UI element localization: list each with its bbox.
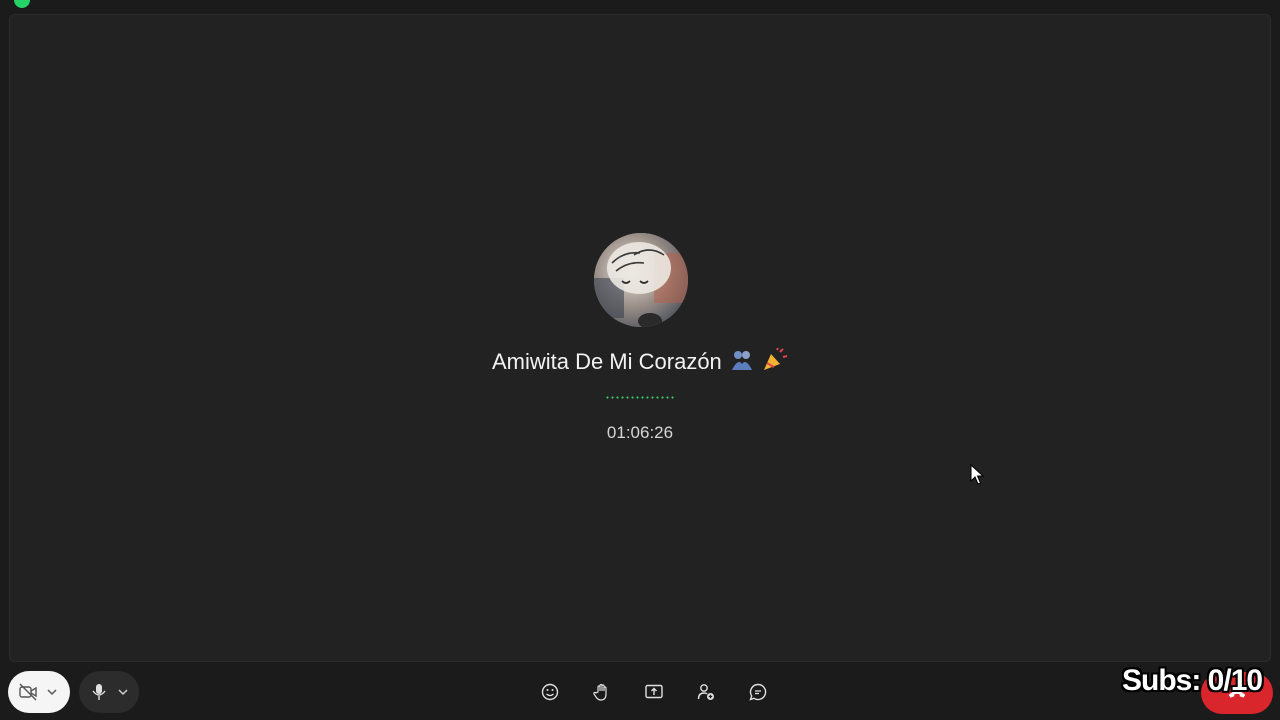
call-stage: [9, 14, 1271, 662]
emoji-icon: [541, 683, 559, 701]
chevron-down-icon[interactable]: [117, 686, 129, 698]
video-toggle-button[interactable]: [8, 671, 70, 713]
title-bar: [0, 0, 1280, 12]
party-popper-icon: [762, 347, 788, 378]
chat-icon: [749, 683, 767, 701]
microphone-icon: [92, 684, 106, 700]
raise-hand-button[interactable]: [582, 677, 622, 707]
whatsapp-logo-icon: [14, 0, 30, 8]
video-off-icon: [19, 683, 37, 701]
add-participant-button[interactable]: [686, 677, 726, 707]
subs-counter-overlay: Subs: 0/10: [1122, 664, 1263, 697]
contact-avatar: [594, 233, 688, 327]
call-timer: 01:06:26: [606, 423, 674, 442]
mic-toggle-button[interactable]: [79, 671, 139, 713]
avatar-image: [594, 233, 688, 327]
call-controls-bar: [0, 664, 1280, 720]
chevron-down-icon[interactable]: [46, 686, 58, 698]
share-screen-icon: [645, 684, 663, 699]
chat-button[interactable]: [738, 677, 778, 707]
audio-level-indicator: [605, 396, 675, 399]
call-window: Amiwita De Mi Corazón 01:06:26 Subs: 0/1…: [0, 0, 1280, 720]
reactions-button[interactable]: [530, 677, 570, 707]
share-screen-button[interactable]: [634, 677, 674, 707]
call-tools: [530, 677, 778, 707]
contact-name: Amiwita De Mi Corazón: [491, 348, 722, 374]
contact-name-row: Amiwita De Mi Corazón: [440, 347, 840, 378]
people-hugging-icon: [730, 348, 754, 378]
mouse-cursor-icon: [970, 464, 984, 485]
raise-hand-icon: [593, 683, 607, 701]
add-participant-icon: [697, 684, 714, 700]
